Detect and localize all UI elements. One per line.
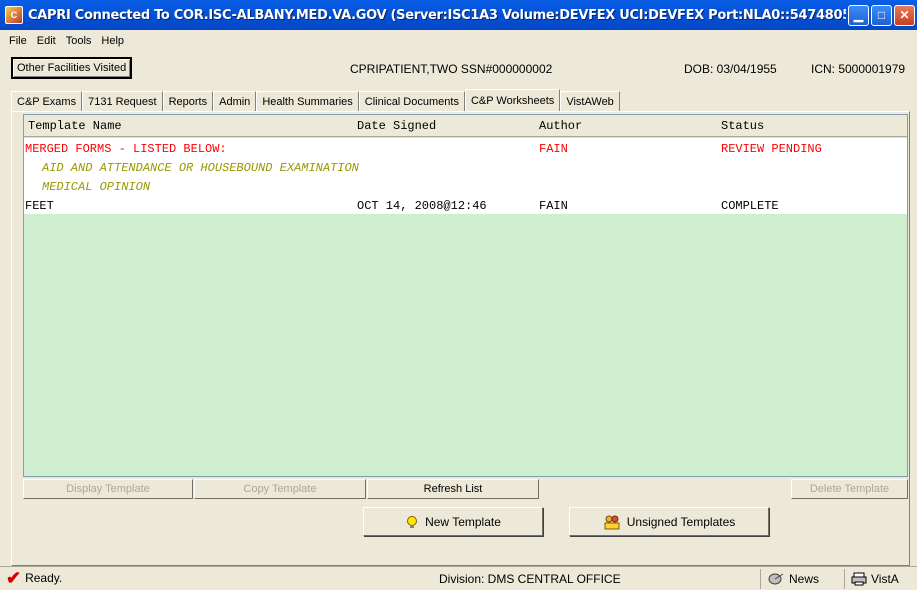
table-row[interactable]: FEET OCT 14, 2008@12:46 FAIN COMPLETE (24, 196, 907, 215)
menu-file[interactable]: File (9, 35, 27, 47)
tab-cp-exams[interactable]: C&P Exams (11, 91, 83, 111)
row-status: REVIEW PENDING (721, 142, 822, 156)
window-title: CAPRI Connected To COR.ISC-ALBANY.MED.VA… (28, 7, 846, 23)
row-status: COMPLETE (721, 199, 779, 213)
delete-template-button[interactable]: Delete Template (791, 479, 908, 499)
tab-reports[interactable]: Reports (162, 91, 214, 111)
row-date-signed: OCT 14, 2008@12:46 (357, 199, 487, 213)
new-template-label: New Template (425, 514, 501, 529)
satellite-dish-icon (768, 573, 784, 585)
unsigned-templates-label: Unsigned Templates (626, 514, 736, 529)
table-row[interactable]: AID AND ATTENDANCE OR HOUSEBOUND EXAMINA… (24, 158, 907, 177)
unsigned-templates-button[interactable]: Unsigned Templates (569, 507, 769, 536)
copy-template-button[interactable]: Copy Template (194, 479, 366, 499)
row-author: FAIN (539, 142, 568, 156)
patient-dob: DOB: 03/04/1955 (684, 62, 777, 76)
header-date-signed[interactable]: Date Signed (357, 119, 436, 133)
division-label: Division: DMS CENTRAL OFFICE (439, 572, 621, 586)
lightbulb-icon (407, 515, 418, 528)
template-list[interactable]: Template Name Date Signed Author Status … (23, 114, 908, 477)
printer-icon (851, 572, 867, 586)
tab-vistaweb[interactable]: VistAWeb (560, 91, 620, 111)
title-bar: C CAPRI Connected To COR.ISC-ALBANY.MED.… (0, 0, 917, 30)
maximize-button[interactable]: □ (871, 4, 892, 26)
menu-tools[interactable]: Tools (66, 35, 92, 47)
tab-cp-worksheets[interactable]: C&P Worksheets (464, 89, 561, 111)
other-facilities-button[interactable]: Other Facilities Visited (11, 57, 133, 79)
display-template-button[interactable]: Display Template (23, 479, 193, 499)
tab-strip: C&P Exams 7131 Request Reports Admin Hea… (11, 89, 620, 111)
minimize-button[interactable]: ▁ (848, 4, 869, 26)
tab-7131-request[interactable]: 7131 Request (82, 91, 163, 111)
menu-edit[interactable]: Edit (37, 35, 56, 47)
list-header: Template Name Date Signed Author Status (24, 115, 907, 137)
row-author: FAIN (539, 199, 568, 213)
menu-bar: File Edit Tools Help (0, 30, 917, 52)
row-template-name: MERGED FORMS - LISTED BELOW: (25, 142, 227, 156)
header-template-name[interactable]: Template Name (28, 119, 122, 133)
row-template-name: MEDICAL OPINION (42, 180, 151, 194)
status-ready: ✔ Ready. (6, 568, 63, 588)
status-bar: ✔ Ready. Division: DMS CENTRAL OFFICE Ne… (0, 566, 917, 590)
list-rows: MERGED FORMS - LISTED BELOW: FAIN REVIEW… (24, 138, 907, 214)
capri-app-icon: C (5, 6, 23, 24)
patient-icn: ICN: 5000001979 (811, 62, 906, 76)
vista-button[interactable]: VistA (844, 569, 899, 589)
people-icon (604, 515, 620, 529)
new-template-button[interactable]: New Template (363, 507, 543, 536)
tab-admin[interactable]: Admin (213, 91, 257, 111)
menu-help[interactable]: Help (101, 35, 124, 47)
header-author[interactable]: Author (539, 119, 582, 133)
tab-health-summaries[interactable]: Health Summaries (256, 91, 359, 111)
row-template-name: FEET (25, 199, 54, 213)
close-button[interactable]: ✕ (894, 4, 915, 26)
status-ready-text: Ready. (25, 571, 63, 585)
vista-label: VistA (871, 572, 899, 586)
table-row[interactable]: MEDICAL OPINION (24, 177, 907, 196)
news-button[interactable]: News (760, 569, 819, 589)
row-template-name: AID AND ATTENDANCE OR HOUSEBOUND EXAMINA… (42, 161, 359, 175)
news-label: News (789, 572, 820, 586)
checkmark-icon: ✔ (6, 568, 22, 588)
tab-clinical-documents[interactable]: Clinical Documents (358, 91, 465, 111)
patient-name-ssn: CPRIPATIENT,TWO SSN#000000002 (350, 62, 553, 76)
refresh-list-button[interactable]: Refresh List (367, 479, 539, 499)
patient-bar: Other Facilities Visited CPRIPATIENT,TWO… (0, 54, 917, 84)
header-status[interactable]: Status (721, 119, 764, 133)
table-row[interactable]: MERGED FORMS - LISTED BELOW: FAIN REVIEW… (24, 139, 907, 158)
